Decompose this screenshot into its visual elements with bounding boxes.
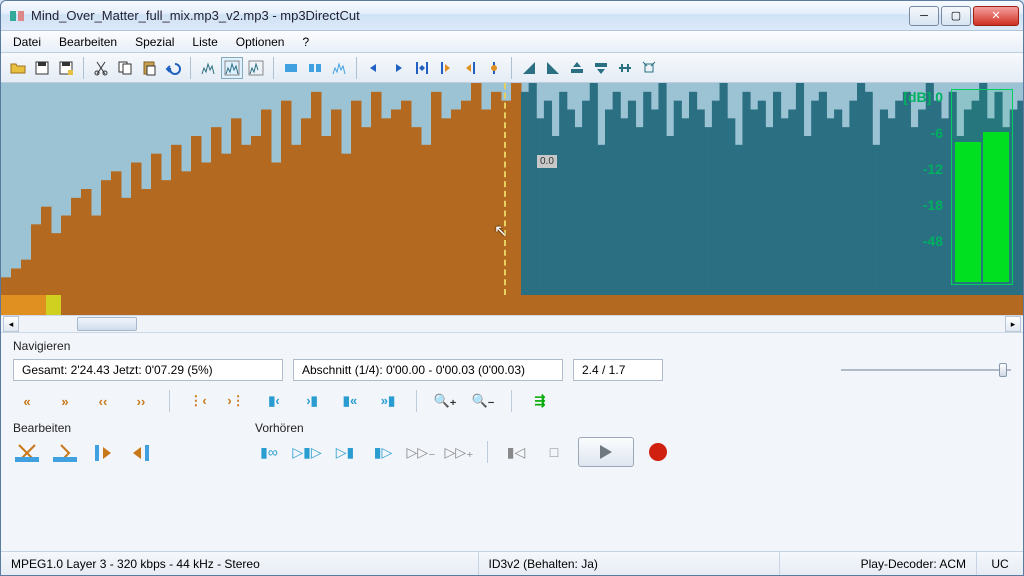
vu-bar-left	[955, 142, 981, 282]
marker-left-icon[interactable]	[435, 57, 457, 79]
play-selection-icon[interactable]: ▷▮	[331, 440, 359, 464]
gain-down-icon[interactable]	[590, 57, 612, 79]
play-before-icon[interactable]: ▷▷₋	[407, 440, 435, 464]
zoom-mode-2-icon[interactable]	[221, 57, 243, 79]
marker-end-icon[interactable]	[387, 57, 409, 79]
scroll-thumb[interactable]	[77, 317, 137, 331]
nav-mark-prev-icon[interactable]: ▮«	[336, 389, 364, 413]
edit-set-begin-icon[interactable]	[89, 441, 117, 465]
overview-selection	[46, 295, 61, 315]
gain-up-icon[interactable]	[566, 57, 588, 79]
record-button[interactable]	[644, 440, 672, 464]
undo-icon[interactable]	[162, 57, 184, 79]
status-uc: UC	[977, 552, 1023, 575]
waveform-svg	[1, 83, 1023, 295]
nav-sel-end-icon[interactable]: ›⋮	[222, 389, 250, 413]
menu-spezial[interactable]: Spezial	[127, 33, 182, 51]
edit-mark-icon[interactable]	[51, 441, 79, 465]
menu-optionen[interactable]: Optionen	[228, 33, 293, 51]
scroll-left-icon[interactable]: ◂	[3, 316, 19, 332]
controls-panel: Navigieren Gesamt: 2'24.43 Jetzt: 0'07.2…	[1, 333, 1023, 551]
status-decoder: Play-Decoder: ACM	[780, 552, 977, 575]
nav-label: Navigieren	[13, 339, 1011, 353]
copy-icon[interactable]	[114, 57, 136, 79]
play-button[interactable]	[578, 437, 634, 467]
nav-goto-icon[interactable]: ⇶	[526, 389, 554, 413]
edit-set-end-icon[interactable]	[127, 441, 155, 465]
play-after-icon[interactable]: ▷▷₊	[445, 440, 473, 464]
nav-cut-end-icon[interactable]: ›▮	[298, 389, 326, 413]
marker-start-icon[interactable]	[363, 57, 385, 79]
nav-prev-icon[interactable]: »	[51, 389, 79, 413]
section-time-field[interactable]: Abschnitt (1/4): 0'00.00 - 0'00.03 (0'00…	[293, 359, 563, 381]
edit-cut-icon[interactable]	[13, 441, 41, 465]
zoom-out-icon[interactable]: 🔍₋	[469, 389, 497, 413]
maximize-button[interactable]: ▢	[941, 6, 971, 26]
vu-bar-right	[983, 132, 1009, 282]
nav-mark-next-icon[interactable]: »▮	[374, 389, 402, 413]
menu-liste[interactable]: Liste	[184, 33, 225, 51]
nav-rew-icon[interactable]: ‹‹	[89, 389, 117, 413]
deselect-icon[interactable]	[328, 57, 350, 79]
window-title: Mind_Over_Matter_full_mix.mp3_v2.mp3 - m…	[31, 8, 909, 23]
stop-icon[interactable]: □	[540, 440, 568, 464]
zoom-mode-1-icon[interactable]	[197, 57, 219, 79]
open-icon[interactable]	[7, 57, 29, 79]
app-window: Mind_Over_Matter_full_mix.mp3_v2.mp3 - m…	[0, 0, 1024, 576]
toolbar	[1, 53, 1023, 83]
status-format: MPEG1.0 Layer 3 - 320 kbps - 44 kHz - St…	[1, 552, 479, 575]
marker-center-icon[interactable]	[483, 57, 505, 79]
select-range-icon[interactable]	[304, 57, 326, 79]
nav-sel-start-icon[interactable]: ⋮‹	[184, 389, 212, 413]
zoom-slider[interactable]	[841, 360, 1011, 380]
overview-played	[1, 295, 46, 315]
play-to-end-icon[interactable]: ▮▷	[369, 440, 397, 464]
save-selection-icon[interactable]	[55, 57, 77, 79]
skip-back-icon[interactable]: ▮◁	[502, 440, 530, 464]
menu-datei[interactable]: Datei	[5, 33, 49, 51]
overview-strip[interactable]	[1, 295, 1023, 315]
slider-thumb[interactable]	[999, 363, 1007, 377]
normalize-icon[interactable]	[614, 57, 636, 79]
edit-label: Bearbeiten	[13, 421, 155, 435]
nav-first-icon[interactable]: «	[13, 389, 41, 413]
minimize-button[interactable]: ─	[909, 6, 939, 26]
preview-label: Vorhören	[255, 421, 672, 435]
zoom-in-icon[interactable]: 🔍₊	[431, 389, 459, 413]
cut-icon[interactable]	[90, 57, 112, 79]
save-icon[interactable]	[31, 57, 53, 79]
status-id3: ID3v2 (Behalten: Ja)	[479, 552, 781, 575]
close-button[interactable]: ✕	[973, 6, 1019, 26]
titlebar[interactable]: Mind_Over_Matter_full_mix.mp3_v2.mp3 - m…	[1, 1, 1023, 31]
waveform-view[interactable]: 0.0 ↖ [dB] 0 -6 -12 -18 -48	[1, 83, 1023, 295]
fade-out-icon[interactable]	[542, 57, 564, 79]
play-from-start-icon[interactable]: ▷▮▷	[293, 440, 321, 464]
h-scrollbar[interactable]: ◂ ▸	[1, 315, 1023, 333]
statusbar: MPEG1.0 Layer 3 - 320 kbps - 44 kHz - St…	[1, 551, 1023, 575]
scroll-track[interactable]	[21, 317, 1003, 331]
nav-cut-start-icon[interactable]: ▮‹	[260, 389, 288, 413]
menu-bearbeiten[interactable]: Bearbeiten	[51, 33, 125, 51]
scroll-right-icon[interactable]: ▸	[1005, 316, 1021, 332]
db-scale: [dB] 0 -6 -12 -18 -48	[903, 89, 943, 249]
fade-in-icon[interactable]	[518, 57, 540, 79]
total-time-field[interactable]: Gesamt: 2'24.43 Jetzt: 0'07.29 (5%)	[13, 359, 283, 381]
playhead-cursor[interactable]	[504, 83, 506, 295]
zoom-mode-3-icon[interactable]	[245, 57, 267, 79]
vu-meter	[951, 89, 1013, 285]
menubar: Datei Bearbeiten Spezial Liste Optionen …	[1, 31, 1023, 53]
app-icon	[9, 8, 25, 24]
marker-right-icon[interactable]	[459, 57, 481, 79]
paste-icon[interactable]	[138, 57, 160, 79]
select-all-icon[interactable]	[280, 57, 302, 79]
trim-icon[interactable]	[638, 57, 660, 79]
loop-icon[interactable]: ▮∞	[255, 440, 283, 464]
marker-both-icon[interactable]	[411, 57, 433, 79]
gain-indicator: 0.0	[537, 155, 557, 168]
nav-fwd-icon[interactable]: ››	[127, 389, 155, 413]
ratio-field[interactable]: 2.4 / 1.7	[573, 359, 663, 381]
menu-help[interactable]: ?	[294, 33, 317, 51]
